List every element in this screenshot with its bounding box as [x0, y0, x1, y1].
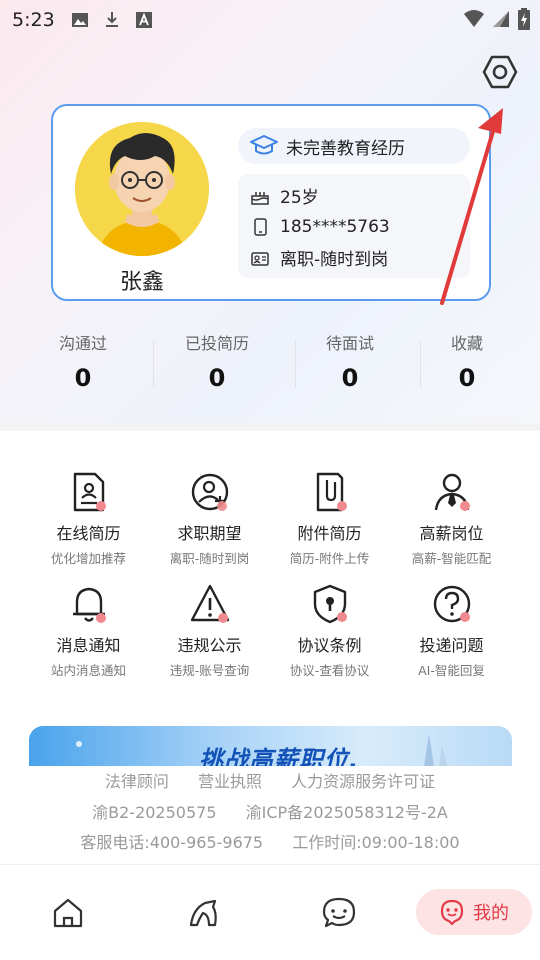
cake-icon [251, 191, 269, 205]
font-app-icon [135, 12, 152, 28]
feature-title: 附件简历 [297, 524, 362, 543]
feature-notifications[interactable]: 消息通知 站内消息通知 [21, 582, 156, 679]
feature-subtitle: 简历-附件上传 [289, 551, 370, 566]
feature-subtitle: AI-智能回复 [418, 663, 485, 678]
stat-label: 待面试 [325, 334, 374, 353]
status-bar: 5:23 [0, 0, 540, 40]
wifi-icon [464, 10, 484, 27]
feature-title: 违规公示 [177, 636, 242, 655]
download-icon [105, 12, 118, 27]
bottom-tabbar: 我的 [0, 864, 540, 960]
feature-title: 投递问题 [419, 636, 484, 655]
graduation-cap-icon [250, 135, 278, 155]
horse-tab-icon[interactable] [185, 895, 221, 931]
bell-icon [72, 587, 106, 623]
footer-contact-row: 客服电话:400-965-9675 工作时间:09:00-18:00 [0, 829, 540, 853]
avatar[interactable] [75, 122, 209, 256]
stat-applied[interactable]: 已投简历 0 [167, 330, 267, 392]
stat-label: 已投简历 [184, 334, 249, 353]
stat-interview[interactable]: 待面试 0 [300, 330, 400, 392]
working-hours: 工作时间:09:00-18:00 [292, 833, 460, 852]
section-divider [0, 423, 540, 431]
stat-value: 0 [458, 364, 476, 392]
feature-online-resume[interactable]: 在线简历 优化增加推荐 [21, 470, 156, 567]
gallery-icon [71, 13, 88, 27]
phone-text: 185****5763 [280, 216, 390, 237]
settings-icon[interactable] [481, 53, 519, 91]
stat-value: 0 [208, 364, 226, 392]
stat-value: 0 [341, 364, 359, 392]
feature-attachment-resume[interactable]: 附件简历 简历-附件上传 [262, 470, 397, 567]
mine-tab-label: 我的 [473, 903, 509, 924]
feature-subtitle: 协议-查看协议 [289, 663, 370, 678]
user-name: 张鑫 [119, 270, 164, 295]
age-text: 25岁 [280, 188, 319, 208]
job-expectation-icon [191, 473, 228, 511]
feature-title: 协议条例 [297, 636, 362, 655]
stat-divider [295, 340, 296, 388]
stat-divider [153, 340, 154, 388]
stat-label: 收藏 [450, 334, 483, 353]
feature-delivery-issues[interactable]: 投递问题 AI-智能回复 [384, 582, 519, 679]
id-card-icon [251, 251, 269, 266]
mine-tab[interactable]: 我的 [416, 889, 532, 935]
banner-text: 挑战高薪职位, [199, 746, 360, 766]
home-tab-icon[interactable] [50, 895, 86, 931]
footer-records-row: 渝B2-20250575 渝ICP备2025058312号-2A [0, 799, 540, 823]
feature-title: 消息通知 [56, 636, 121, 655]
profile-card[interactable]: 张鑫 未完善教育经历 25岁 185****5763 离职-随时到岗 [51, 104, 491, 301]
feature-violations[interactable]: 违规公示 违规-账号查询 [142, 582, 277, 679]
stats-row: 沟通过 0 已投简历 0 待面试 0 收藏 0 [0, 330, 540, 400]
age-row: 25岁 [250, 180, 470, 211]
stat-favorites[interactable]: 收藏 0 [417, 330, 517, 392]
high-salary-icon [434, 473, 470, 511]
promo-banner[interactable]: 挑战高薪职位, [29, 726, 512, 766]
info-box: 25岁 185****5763 离职-随时到岗 [238, 174, 470, 278]
shield-lock-icon [313, 584, 347, 624]
icp-record[interactable]: 渝ICP备2025058312号-2A [246, 803, 448, 822]
resume-icon [73, 472, 106, 512]
feature-title: 高薪岗位 [419, 524, 484, 543]
hr-license-link[interactable]: 人力资源服务许可证 [291, 772, 435, 791]
job-status-row: 离职-随时到岗 [250, 242, 470, 273]
footer-links-row: 法律顾问 营业执照 人力资源服务许可证 [0, 768, 540, 792]
feature-subtitle: 违规-账号查询 [169, 663, 250, 678]
phone-icon [254, 217, 267, 236]
help-icon [433, 585, 470, 623]
avatar-illustration [75, 122, 209, 256]
feature-subtitle: 站内消息通知 [50, 663, 126, 678]
stat-label: 沟通过 [58, 334, 107, 353]
feature-agreements[interactable]: 协议条例 协议-查看协议 [262, 582, 397, 679]
feature-title: 在线简历 [56, 524, 121, 543]
warning-icon [190, 584, 229, 623]
status-time: 5:23 [12, 9, 55, 31]
feature-high-salary[interactable]: 高薪岗位 高薪-智能匹配 [384, 470, 519, 567]
phone-row: 185****5763 [250, 211, 470, 242]
status-right [464, 8, 530, 30]
feature-subtitle: 高薪-智能匹配 [411, 551, 492, 566]
education-text: 未完善教育经历 [286, 138, 405, 159]
b2-record[interactable]: 渝B2-20250575 [92, 803, 216, 822]
job-status-text: 离职-随时到岗 [280, 250, 389, 270]
stat-value: 0 [74, 364, 92, 392]
service-phone[interactable]: 客服电话:400-965-9675 [80, 833, 263, 852]
battery-icon [518, 8, 530, 30]
education-pill[interactable]: 未完善教育经历 [238, 128, 470, 164]
footer: 法律顾问 营业执照 人力资源服务许可证 渝B2-20250575 渝ICP备20… [0, 766, 540, 866]
message-tab-icon[interactable] [321, 895, 357, 931]
mine-tab-icon [440, 899, 464, 925]
feature-job-expectation[interactable]: 求职期望 离职-随时到岗 [142, 470, 277, 567]
feature-subtitle: 离职-随时到岗 [169, 551, 250, 566]
legal-advisor-link[interactable]: 法律顾问 [105, 772, 169, 791]
business-license-link[interactable]: 营业执照 [198, 772, 262, 791]
signal-icon [493, 11, 509, 27]
attachment-icon [316, 472, 347, 512]
feature-subtitle: 优化增加推荐 [50, 551, 126, 566]
feature-title: 求职期望 [177, 524, 242, 543]
stat-communicated[interactable]: 沟通过 0 [33, 330, 133, 392]
